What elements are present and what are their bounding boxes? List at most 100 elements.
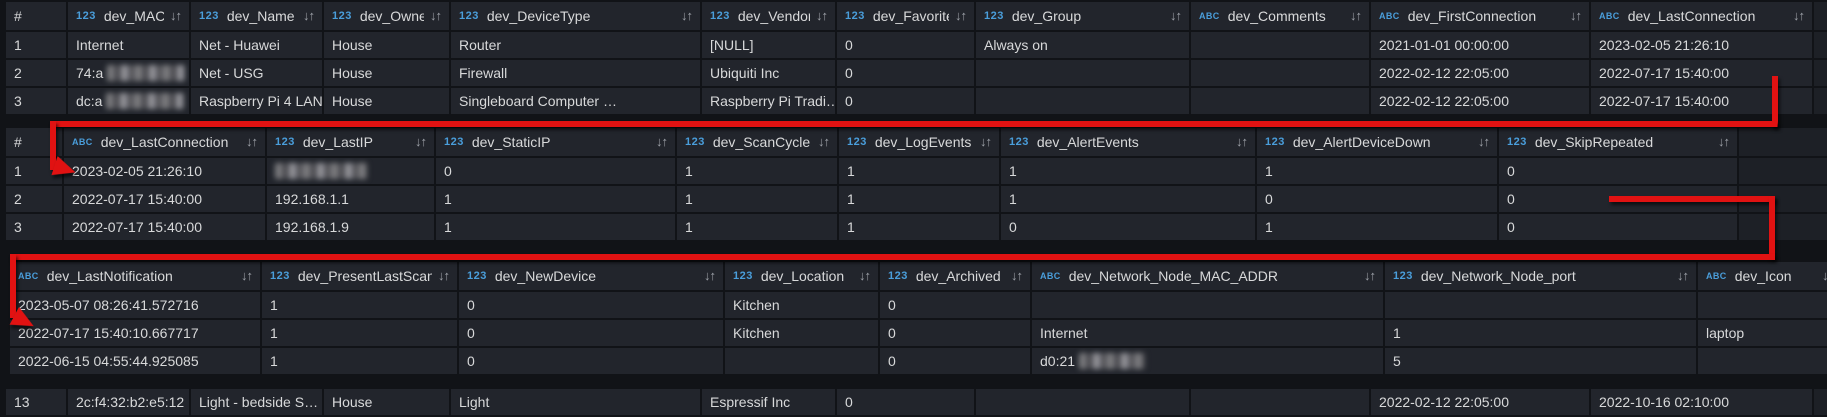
cell-dev_Location: Kitchen bbox=[725, 320, 878, 346]
column-header-dev_Name[interactable]: 123dev_Name↓↑ bbox=[191, 2, 322, 30]
cell-value: 1 bbox=[444, 191, 452, 207]
sort-icon: ↓↑ bbox=[1344, 2, 1369, 30]
cell-dev_NewDevice: 0 bbox=[459, 348, 723, 374]
field-type-string-icon: ABC bbox=[1706, 262, 1727, 290]
cell-value: 2 bbox=[14, 65, 22, 81]
cell-dev_Group bbox=[976, 389, 1189, 415]
column-header-dev_AlertEvents[interactable]: 123dev_AlertEvents↓↑ bbox=[1001, 128, 1255, 156]
column-header-dev_FirstConnection[interactable]: ABCdev_FirstConnection↓↑ bbox=[1371, 2, 1589, 30]
column-header-dev_DeviceType[interactable]: 123dev_DeviceType↓↑ bbox=[451, 2, 700, 30]
column-header-dev_LastIP[interactable]: 123dev_LastIP↓↑ bbox=[267, 128, 434, 156]
cell-dev_LastNotification: 2022-06-15 04:55:44.925085 bbox=[10, 348, 260, 374]
cell-value: Kitchen bbox=[733, 297, 780, 313]
cell-dev_Group bbox=[976, 88, 1189, 114]
column-header-dev_LastConnection[interactable]: ABCdev_LastConnection↓↑ bbox=[64, 128, 265, 156]
cell-dev_Network_Node_MAC_ADDR: Internet bbox=[1032, 320, 1383, 346]
cell-dev_MAC: dc:a bbox=[68, 88, 189, 114]
device-table-part-1: #123dev_MAC↓↑123dev_Name↓↑123dev_Owner↓↑… bbox=[6, 2, 1827, 116]
field-type-string-icon: ABC bbox=[1379, 2, 1400, 30]
column-header-dev_Vendor[interactable]: 123dev_Vendor↓↑ bbox=[702, 2, 835, 30]
cell-value: 1 bbox=[270, 325, 278, 341]
cell-dev_Comments bbox=[1191, 389, 1369, 415]
column-header-dev_Favorite[interactable]: 123dev_Favorite↓↑ bbox=[837, 2, 974, 30]
field-type-string-icon: ABC bbox=[1040, 262, 1061, 290]
cell-dev_Favorite: 0 bbox=[837, 88, 974, 114]
cell-value: 2022-02-12 22:05:00 bbox=[1379, 93, 1509, 109]
sort-icon: ↓↑ bbox=[812, 128, 837, 156]
column-header-dev_NewDevice[interactable]: 123dev_NewDevice↓↑ bbox=[459, 262, 723, 290]
cell-dev_Name: Net - Huawei bbox=[191, 32, 322, 58]
column-header-dev_PresentLastScan[interactable]: 123dev_PresentLastScan↓↑ bbox=[262, 262, 457, 290]
cell-dev_PresentLastScan: 1 bbox=[262, 348, 457, 374]
cell-dev_NewDevice: 0 bbox=[459, 292, 723, 318]
column-label: dev_Owner bbox=[360, 2, 424, 30]
column-label: dev_NewDevice bbox=[495, 262, 596, 290]
sort-icon: ↓↑ bbox=[1564, 2, 1589, 30]
column-header-dev_MAC[interactable]: 123dev_MAC↓↑ bbox=[68, 2, 189, 30]
cell-value: [NULL] bbox=[710, 37, 754, 53]
column-header-dev_Owner[interactable]: 123dev_Owner↓↑ bbox=[324, 2, 449, 30]
table-row: 3dc:aRaspberry Pi 4 LANHouseSingleboard … bbox=[6, 88, 1827, 114]
field-type-number-icon: 123 bbox=[76, 2, 96, 30]
cell-dev_SkipRepeated: 0 bbox=[1499, 158, 1737, 184]
cell-value: 2022-06-15 04:55:44.925085 bbox=[18, 353, 199, 369]
cell-value: Internet bbox=[1040, 325, 1087, 341]
arrow_path_2-segment bbox=[1769, 196, 1775, 258]
cell-value: 74:a bbox=[76, 65, 103, 81]
cell-dev_LogEvents: 1 bbox=[839, 158, 999, 184]
column-header-dev_Group[interactable]: 123dev_Group↓↑ bbox=[976, 2, 1189, 30]
column-label: dev_StaticIP bbox=[472, 128, 551, 156]
cell-dev_FirstConnection: 2022-02-12 22:05:00 bbox=[1371, 88, 1589, 114]
device-table-part-2: #ABCdev_LastConnection↓↑123dev_LastIP↓↑1… bbox=[6, 128, 1827, 242]
column-header-dev_LastNotification[interactable]: ABCdev_LastNotification↓↑ bbox=[10, 262, 260, 290]
cell-dev_NewDevice: 0 bbox=[459, 320, 723, 346]
table-row: 2022-06-15 04:55:44.925085100d0:215 bbox=[10, 348, 1827, 374]
column-header-dev_Comments[interactable]: ABCdev_Comments↓↑ bbox=[1191, 2, 1369, 30]
cell-dev_Group: Always on bbox=[976, 32, 1189, 58]
cell-dev_DeviceType: Singleboard Computer … bbox=[451, 88, 700, 114]
column-header-dev_Archived[interactable]: 123dev_Archived↓↑ bbox=[880, 262, 1030, 290]
column-header-dev_StaticIP[interactable]: 123dev_StaticIP↓↑ bbox=[436, 128, 675, 156]
column-label: dev_Vendor bbox=[738, 2, 810, 30]
sort-icon: ↓↑ bbox=[297, 2, 322, 30]
arrow_path_2-segment bbox=[10, 254, 16, 318]
column-header-dev_ScanCycle[interactable]: 123dev_ScanCycle↓↑ bbox=[677, 128, 837, 156]
column-header-dev_SkipRepeated[interactable]: 123dev_SkipRepeated↓↑ bbox=[1499, 128, 1737, 156]
column-header-dev_Icon[interactable]: ABCdev_Icon↓↑ bbox=[1698, 262, 1827, 290]
column-header-dev_AlertDeviceDown[interactable]: 123dev_AlertDeviceDown↓↑ bbox=[1257, 128, 1497, 156]
field-type-number-icon: 123 bbox=[275, 128, 295, 156]
column-header-dev_Network_Node_port[interactable]: 123dev_Network_Node_port↓↑ bbox=[1385, 262, 1696, 290]
cell-value: Router bbox=[459, 37, 501, 53]
cell-value: 0 bbox=[467, 297, 475, 313]
column-header-dev_Location[interactable]: 123dev_Location↓↑ bbox=[725, 262, 878, 290]
table-row: 1InternetNet - HuaweiHouseRouter[NULL]0A… bbox=[6, 32, 1827, 58]
column-header-#[interactable]: # bbox=[6, 2, 66, 30]
cell-dev_PresentLastScan: 1 bbox=[262, 320, 457, 346]
header-row: ABCdev_LastNotification↓↑123dev_PresentL… bbox=[10, 262, 1827, 290]
column-header-dev_Network_Node_MAC_ADDR[interactable]: ABCdev_Network_Node_MAC_ADDR↓↑ bbox=[1032, 262, 1383, 290]
cell-dev_DeviceType: Firewall bbox=[451, 60, 700, 86]
cell-dev_Network_Node_port: 5 bbox=[1385, 348, 1696, 374]
cell-dev_Vendor: [NULL] bbox=[702, 32, 835, 58]
sort-icon: ↓↑ bbox=[1472, 128, 1497, 156]
table-row: 2022-07-17 15:40:10.66771710Kitchen0Inte… bbox=[10, 320, 1827, 346]
cell-value: Net - USG bbox=[199, 65, 264, 81]
field-type-number-icon: 123 bbox=[444, 128, 464, 156]
column-header-dev_LogEvents[interactable]: 123dev_LogEvents↓↑ bbox=[839, 128, 999, 156]
cell-dev_LogEvents: 1 bbox=[839, 186, 999, 212]
redacted-blur-box bbox=[275, 163, 367, 179]
cell-dev_LastNotification: 2023-05-07 08:26:41.572716 bbox=[10, 292, 260, 318]
cell-dev_LastConnection: 2022-07-17 15:40:00 bbox=[1591, 88, 1812, 114]
redacted-blur-box bbox=[106, 93, 184, 109]
field-type-number-icon: 123 bbox=[888, 262, 908, 290]
cell-dev_Network_Node_MAC_ADDR: d0:21 bbox=[1032, 348, 1383, 374]
sort-icon: ↓↑ bbox=[164, 2, 189, 30]
cell-value: 1 bbox=[14, 37, 22, 53]
cell-dev_LastConnection: 2022-10-16 02:10:00 bbox=[1591, 389, 1812, 415]
cell-dev_Favorite: 0 bbox=[837, 389, 974, 415]
sort-icon: ↓↑ bbox=[240, 128, 265, 156]
column-label: # bbox=[14, 128, 22, 156]
column-header-dev_LastConnection[interactable]: ABCdev_LastConnection↓↑ bbox=[1591, 2, 1812, 30]
cell-value: Light bbox=[459, 394, 489, 410]
cell-value: 1 bbox=[685, 191, 693, 207]
